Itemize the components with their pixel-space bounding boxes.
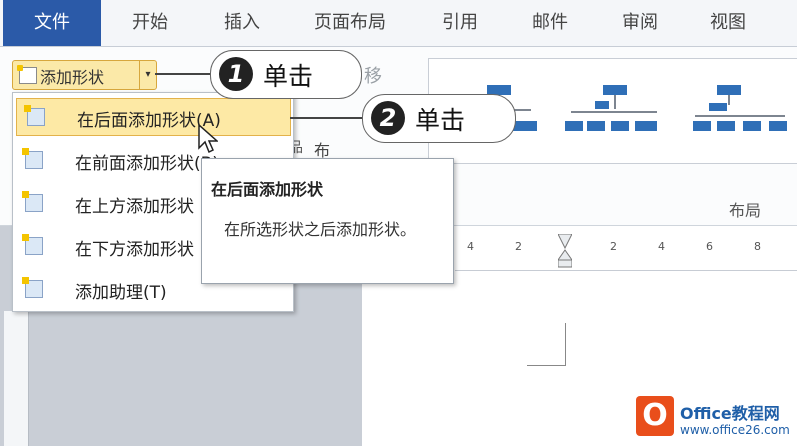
vertical-ruler — [4, 311, 29, 446]
add-shape-before-icon — [22, 148, 43, 169]
menu-item-label: 在下方添加形状 — [75, 240, 194, 260]
ribbon-tab-bar: 文件 开始 插入 页面布局 引用 邮件 审阅 视图 — [0, 0, 797, 47]
tooltip-title: 在后面添加形状 — [211, 180, 324, 199]
add-shape-button[interactable]: 添加形状 ▾ — [12, 60, 157, 90]
ruler-tick: 2 — [610, 240, 617, 253]
menu-item-add-shape-after[interactable]: 在后面添加形状(A) — [16, 98, 291, 136]
horizontal-ruler: 4 2 2 4 6 8 — [455, 234, 797, 271]
add-shape-after-icon — [24, 105, 45, 126]
add-shape-icon — [17, 65, 37, 84]
tab-home[interactable]: 开始 — [115, 0, 185, 46]
ruler-tick: 6 — [706, 240, 713, 253]
watermark-title: Office教程网 — [680, 404, 780, 423]
menu-item-label: 添加助理(T) — [75, 283, 167, 303]
step-number-badge: 1 — [219, 57, 253, 91]
watermark-url: www.office26.com — [680, 423, 790, 437]
tab-references[interactable]: 引用 — [425, 0, 495, 46]
chevron-down-icon[interactable]: ▾ — [139, 61, 156, 89]
add-assistant-icon — [22, 277, 43, 298]
office-logo-icon: O — [636, 396, 674, 436]
mouse-pointer-icon — [198, 124, 218, 154]
callout-1-connector — [155, 73, 213, 75]
tab-page-layout[interactable]: 页面布局 — [302, 0, 398, 46]
move-label[interactable]: 移 — [364, 62, 382, 88]
tab-insert[interactable]: 插入 — [207, 0, 277, 46]
ruler-tick: 8 — [754, 240, 761, 253]
tab-mailings[interactable]: 邮件 — [515, 0, 585, 46]
tab-file[interactable]: 文件 — [3, 0, 101, 46]
step-number-badge: 2 — [371, 101, 405, 135]
layout-group-label: 布局 — [729, 201, 762, 220]
tooltip-body: 在所选形状之后添加形状。 — [224, 220, 417, 239]
indent-marker-icon[interactable] — [558, 234, 572, 268]
add-shape-above-icon — [22, 191, 43, 212]
callout-1: 1 单击 — [210, 50, 362, 99]
ruler-tick: 2 — [515, 240, 522, 253]
page-margin-corner — [527, 323, 566, 366]
tab-view[interactable]: 视图 — [693, 0, 763, 46]
tab-review[interactable]: 审阅 — [605, 0, 675, 46]
watermark: O Office教程网 www.office26.com — [630, 390, 797, 446]
tooltip: 在后面添加形状 在所选形状之后添加形状。 — [201, 158, 454, 284]
ruler-tick: 4 — [467, 240, 474, 253]
callout-text: 单击 — [263, 62, 314, 91]
ruler-tick: 4 — [658, 240, 665, 253]
add-shape-label: 添加形状 — [40, 68, 105, 87]
callout-text: 单击 — [415, 106, 466, 135]
callout-2-connector — [290, 117, 364, 119]
add-shape-below-icon — [22, 234, 43, 255]
menu-item-label: 在上方添加形状 — [75, 197, 194, 217]
callout-2: 2 单击 — [362, 94, 516, 143]
